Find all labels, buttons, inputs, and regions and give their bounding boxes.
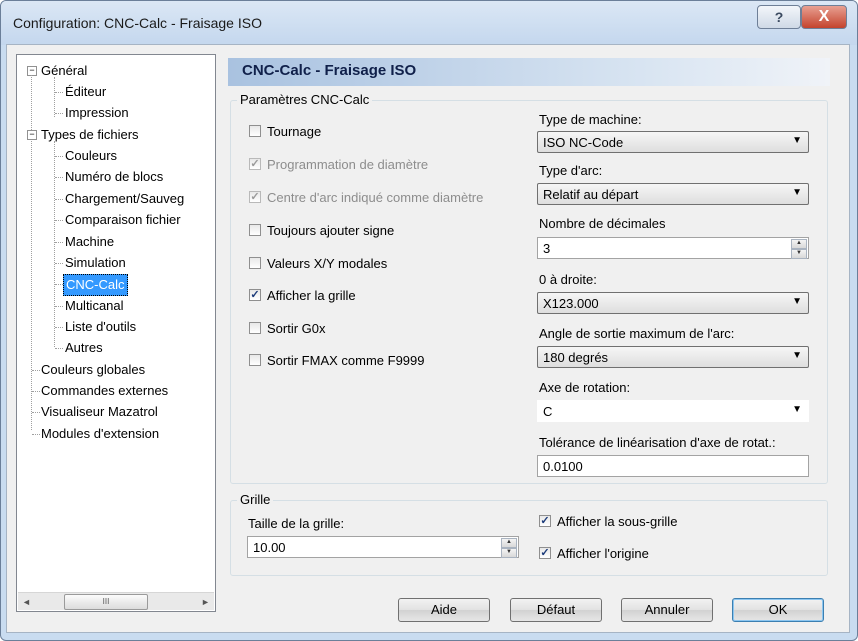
- modal-xy-values-checkbox[interactable]: Valeurs X/Y modales: [249, 253, 387, 273]
- always-add-sign-checkbox[interactable]: Toujours ajouter signe: [249, 220, 394, 240]
- collapse-icon[interactable]: −: [27, 66, 37, 76]
- tree-guide: [54, 77, 55, 117]
- tree-horizontal-scrollbar[interactable]: ◄ III ►: [18, 592, 214, 610]
- decimals-spinner[interactable]: 3 ▲ ▼: [537, 237, 809, 259]
- checkbox-box: [249, 257, 261, 269]
- arc-type-label: Type d'arc:: [539, 163, 603, 178]
- machine-type-label: Type de machine:: [539, 112, 642, 127]
- rotation-axis-label: Axe de rotation:: [539, 380, 631, 395]
- tree-guide: [55, 242, 63, 243]
- panel-header: CNC-Calc - Fraisage ISO: [228, 58, 830, 86]
- title-bar: Configuration: CNC-Calc - Fraisage ISO ?…: [1, 1, 857, 45]
- turning-checkbox[interactable]: Tournage: [249, 121, 321, 141]
- help-title-button[interactable]: ?: [757, 5, 801, 29]
- check-icon: ✓: [249, 289, 261, 301]
- tree-guide: [55, 220, 63, 221]
- collapse-icon[interactable]: −: [27, 130, 37, 140]
- chevron-down-icon: ▼: [792, 135, 802, 146]
- default-button[interactable]: Défaut: [510, 598, 602, 622]
- check-icon: ✓: [539, 547, 551, 559]
- checkbox-box: [249, 224, 261, 236]
- ok-button[interactable]: OK: [732, 598, 824, 622]
- max-arc-angle-label: Angle de sortie maximum de l'arc:: [539, 326, 735, 341]
- chevron-down-icon: ▼: [792, 296, 802, 307]
- tree-guide: [55, 348, 63, 349]
- params-group-label: Paramètres CNC-Calc: [237, 92, 373, 107]
- tree-guide: [54, 141, 55, 347]
- chevron-down-icon: ▼: [792, 404, 802, 415]
- chevron-down-icon: ▼: [792, 187, 802, 198]
- checkbox-box: [249, 354, 261, 366]
- zero-right-select[interactable]: X123.000 ▼: [537, 292, 809, 314]
- linearization-tolerance-label: Tolérance de linéarisation d'axe de rota…: [539, 435, 776, 450]
- checkbox-box: [249, 125, 261, 137]
- chevron-down-icon: ▼: [792, 350, 802, 361]
- check-icon: ✓: [539, 515, 551, 527]
- cancel-button[interactable]: Annuler: [621, 598, 713, 622]
- window-title: Configuration: CNC-Calc - Fraisage ISO: [13, 15, 262, 31]
- tree-guide: [55, 156, 63, 157]
- arc-type-select[interactable]: Relatif au départ ▼: [537, 183, 809, 205]
- scroll-right-icon[interactable]: ►: [197, 593, 214, 610]
- grid-size-spinner[interactable]: 10.00 ▲ ▼: [247, 536, 519, 558]
- tree-guide: [55, 327, 63, 328]
- close-button[interactable]: X: [801, 5, 847, 29]
- help-button[interactable]: Aide: [398, 598, 490, 622]
- rotation-axis-combo[interactable]: C ▼: [537, 400, 809, 422]
- check-icon: ✓: [249, 191, 261, 203]
- check-icon: ✓: [249, 158, 261, 170]
- spin-buttons[interactable]: ▲ ▼: [791, 239, 807, 259]
- show-origin-checkbox[interactable]: ✓ Afficher l'origine: [539, 543, 649, 563]
- tree-guide: [55, 177, 63, 178]
- decimals-label: Nombre de décimales: [539, 216, 666, 231]
- close-icon: X: [818, 8, 830, 25]
- tree-guide: [55, 199, 63, 200]
- tree-guide: [55, 92, 63, 93]
- arc-center-diameter-checkbox[interactable]: ✓ Centre d'arc indiqué comme diamètre: [249, 187, 483, 207]
- tree-guide: [55, 263, 63, 264]
- tree-guide: [55, 284, 63, 285]
- grid-group-label: Grille: [237, 492, 274, 507]
- grid-size-label: Taille de la grille:: [248, 516, 345, 531]
- checkbox-box: [249, 322, 261, 334]
- max-arc-angle-select[interactable]: 180 degrés ▼: [537, 346, 809, 368]
- scroll-thumb[interactable]: III: [64, 594, 148, 610]
- show-grid-checkbox[interactable]: ✓ Afficher la grille: [249, 285, 356, 305]
- zero-right-label: 0 à droite:: [539, 272, 597, 287]
- spin-down-icon[interactable]: ▼: [791, 249, 807, 259]
- tree-guide: [55, 113, 63, 114]
- spin-down-icon[interactable]: ▼: [501, 548, 517, 558]
- tree-guide: [55, 306, 63, 307]
- fmax-as-f9999-checkbox[interactable]: Sortir FMAX comme F9999: [249, 350, 425, 370]
- spin-up-icon[interactable]: ▲: [791, 239, 807, 249]
- panel-title: CNC-Calc - Fraisage ISO: [242, 62, 417, 79]
- help-icon: ?: [774, 9, 784, 25]
- output-g0x-checkbox[interactable]: Sortir G0x: [249, 318, 326, 338]
- scroll-left-icon[interactable]: ◄: [18, 593, 35, 610]
- linearization-tolerance-field[interactable]: 0.0100: [537, 455, 809, 477]
- spin-buttons[interactable]: ▲ ▼: [501, 538, 517, 558]
- machine-type-select[interactable]: ISO NC-Code ▼: [537, 131, 809, 153]
- settings-tree[interactable]: − Général Éditeur Impression − Types de …: [16, 54, 216, 612]
- spin-up-icon[interactable]: ▲: [501, 538, 517, 548]
- diameter-programming-checkbox[interactable]: ✓ Programmation de diamètre: [249, 154, 428, 174]
- show-subgrid-checkbox[interactable]: ✓ Afficher la sous-grille: [539, 511, 677, 531]
